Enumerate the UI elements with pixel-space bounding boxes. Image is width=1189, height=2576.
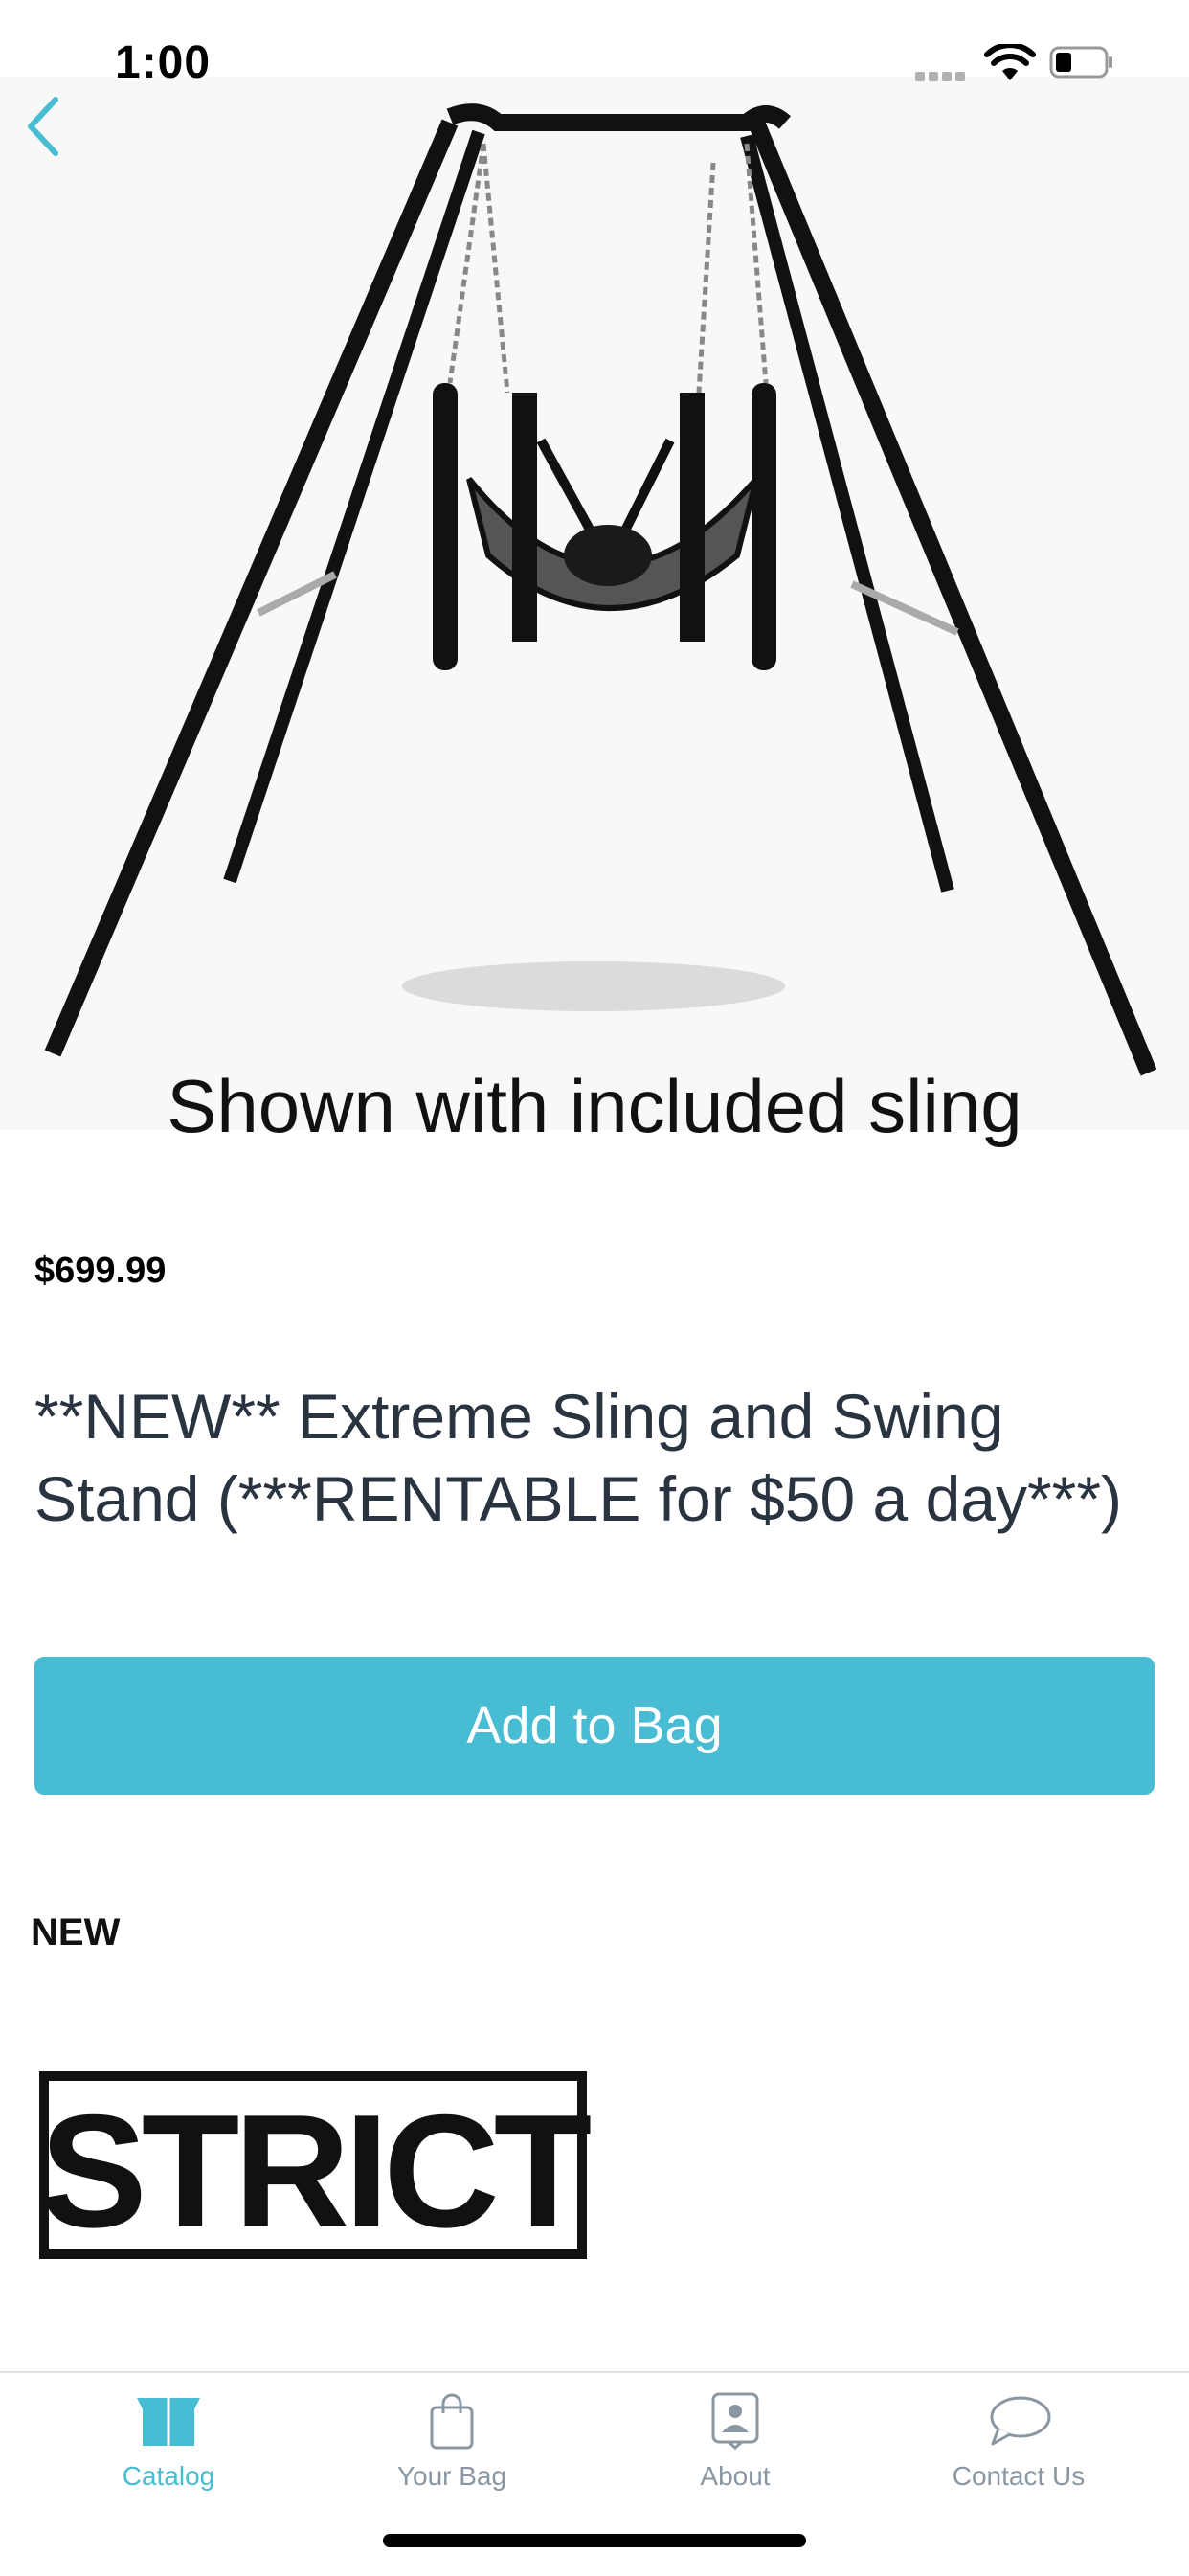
- home-indicator[interactable]: [383, 2534, 806, 2547]
- tab-label: Contact Us: [952, 2461, 1086, 2491]
- product-image: Shown with included sling: [0, 77, 1189, 1148]
- image-caption: Shown with included sling: [167, 1064, 1022, 1148]
- status-time: 1:00: [115, 37, 212, 88]
- battery-icon: [1049, 46, 1112, 79]
- chat-bubble-icon: [990, 2396, 1051, 2446]
- wifi-icon: [984, 44, 1036, 80]
- brand-logo[interactable]: STRICT: [38, 2068, 594, 2260]
- svg-text:STRICT: STRICT: [40, 2081, 591, 2260]
- bag-icon: [430, 2393, 474, 2450]
- product-title: **NEW** Extreme Sling and Swing Stand (*…: [34, 1381, 1123, 1534]
- tab-your-bag[interactable]: Your Bag: [337, 2392, 567, 2492]
- status-bar: 1:00: [0, 0, 1189, 124]
- tab-label: Catalog: [122, 2461, 215, 2491]
- person-icon: [711, 2392, 759, 2450]
- tab-label: Your Bag: [396, 2461, 507, 2491]
- product-price: $699.99: [34, 1251, 167, 1291]
- back-chevron-icon[interactable]: [17, 92, 75, 159]
- tab-contact-us[interactable]: Contact Us: [904, 2392, 1133, 2492]
- add-to-bag-button[interactable]: Add to Bag: [34, 1657, 1155, 1795]
- cellular-signal-icon: [915, 69, 969, 86]
- tab-catalog[interactable]: Catalog: [54, 2392, 283, 2492]
- section-label: NEW: [31, 1911, 121, 1954]
- tab-about[interactable]: About: [620, 2392, 850, 2492]
- box-icon: [137, 2398, 200, 2446]
- tab-label: About: [700, 2461, 771, 2491]
